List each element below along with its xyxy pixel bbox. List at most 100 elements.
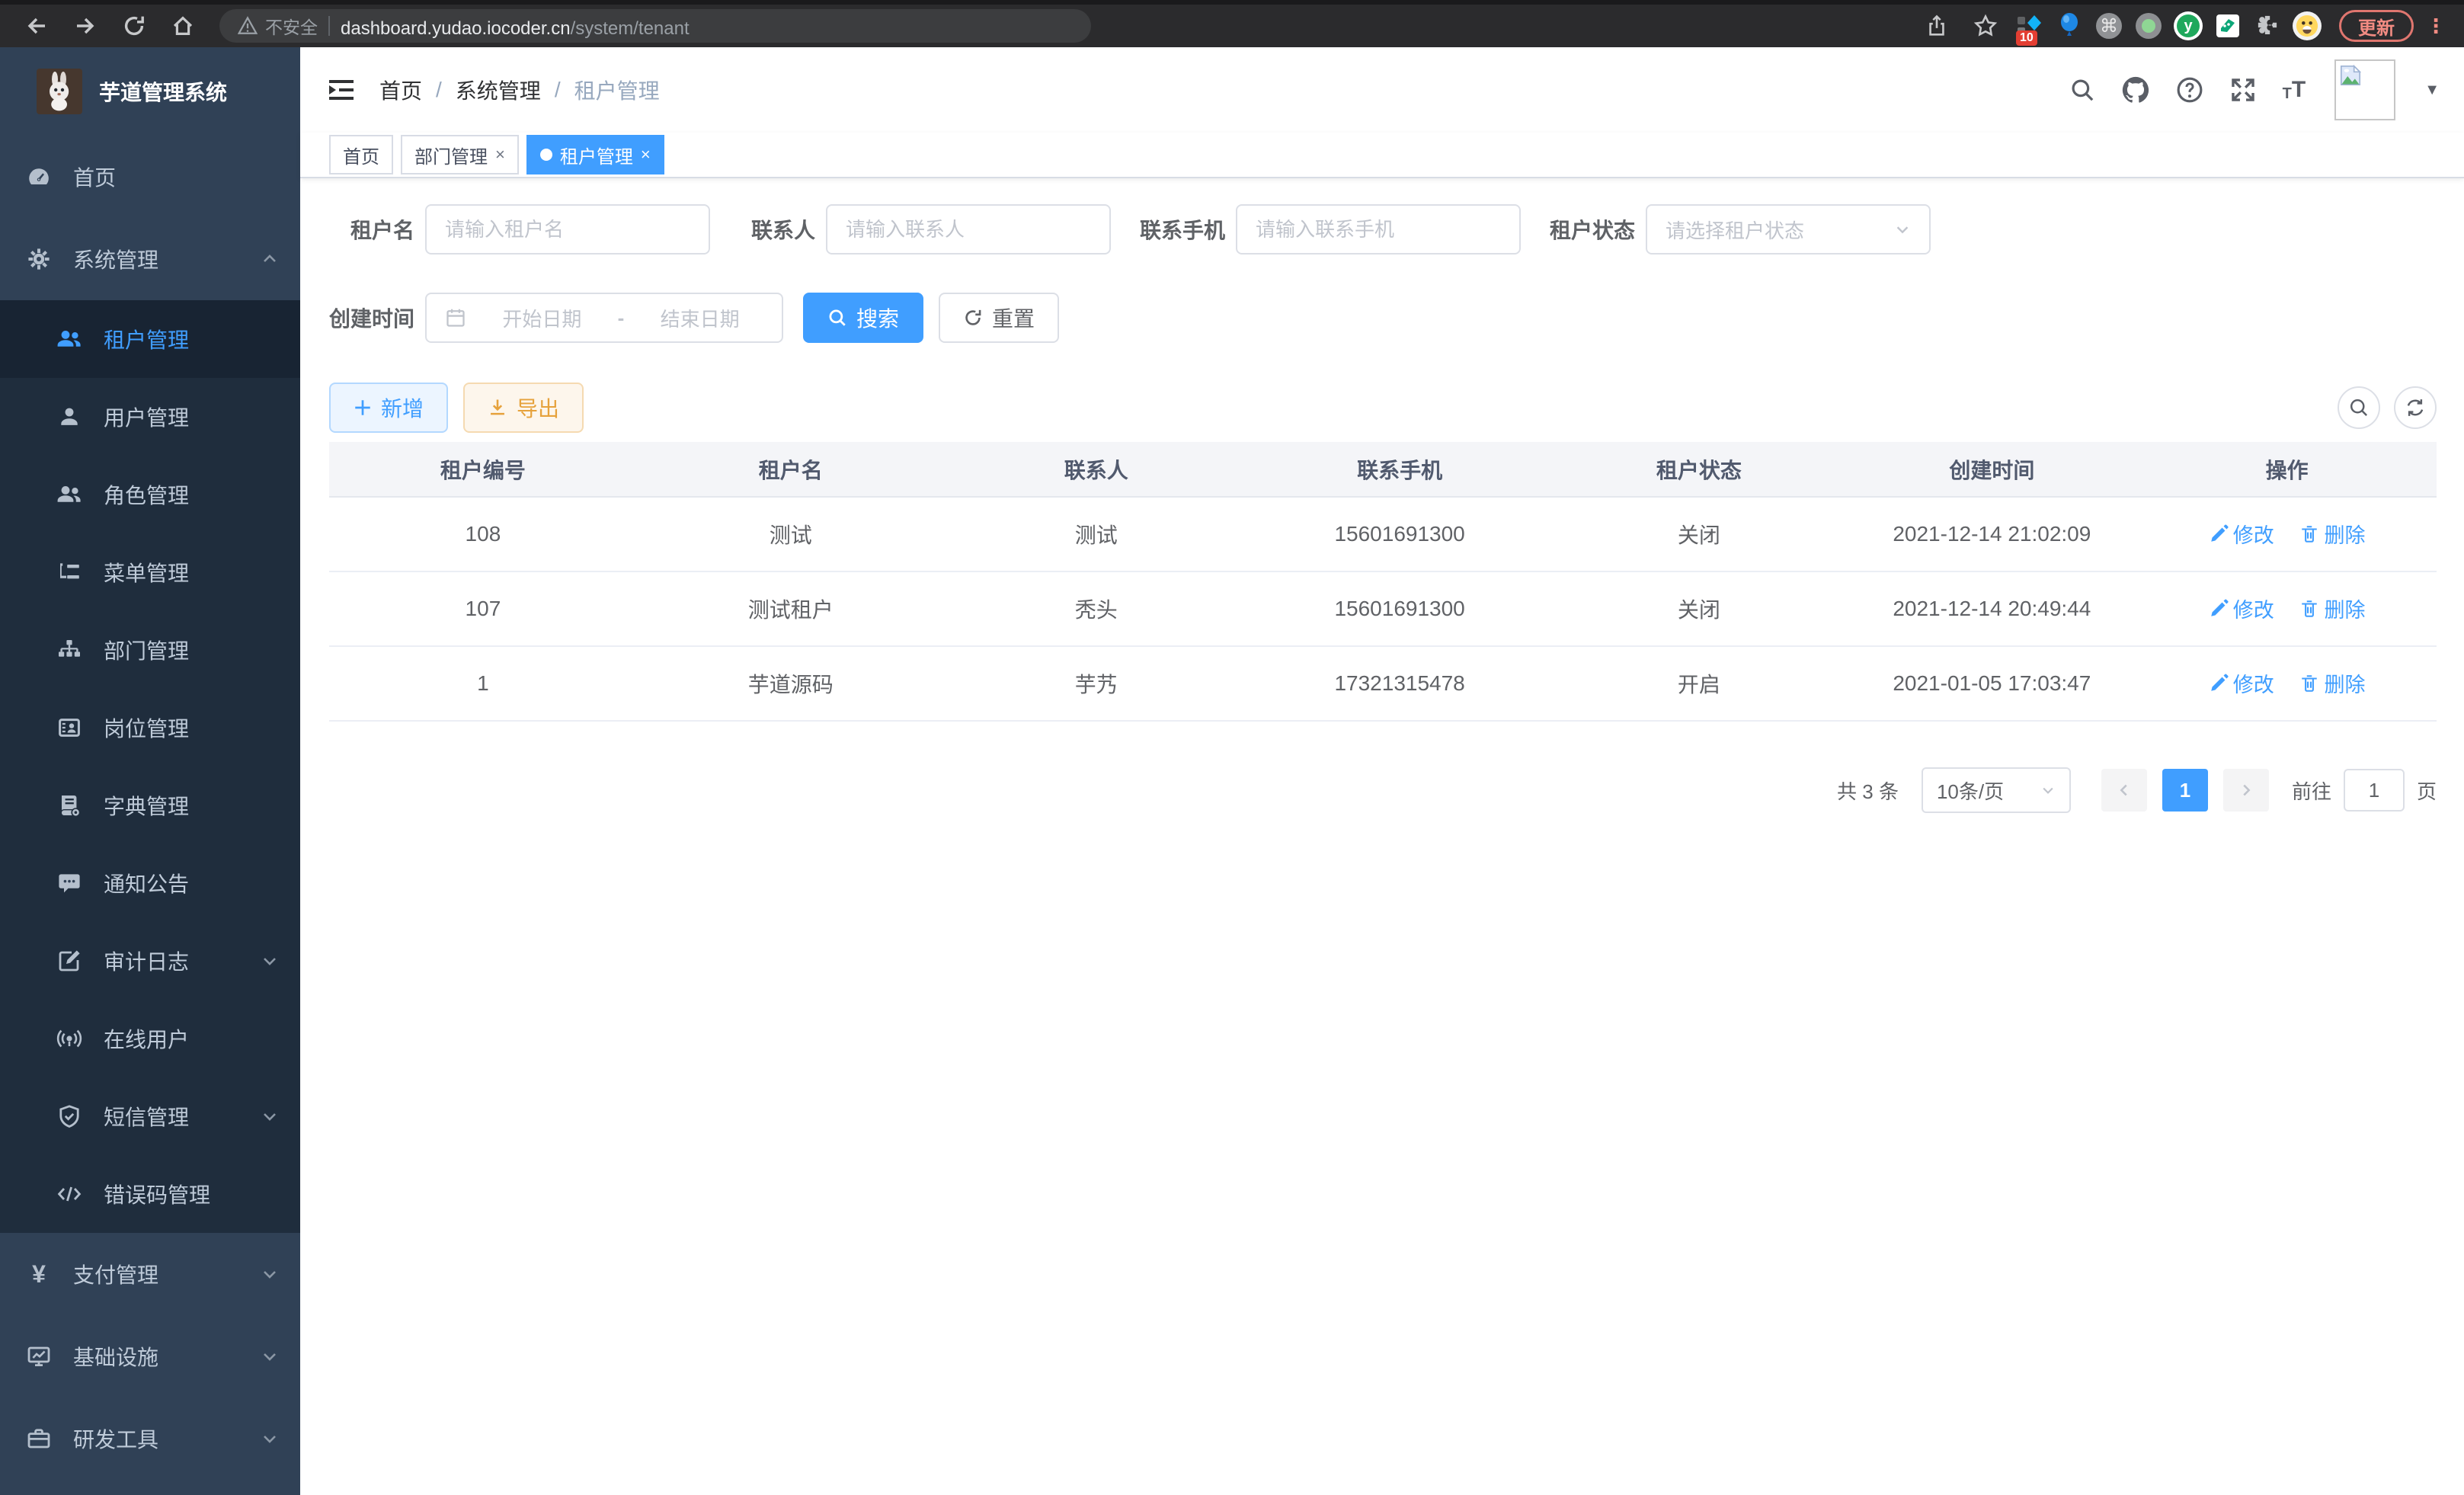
reset-button[interactable]: 重置 <box>939 293 1059 343</box>
app-logo-row[interactable]: 芋道管理系统 <box>0 47 300 136</box>
contact-input[interactable] <box>846 218 1091 242</box>
tags-view-bar: 首页 部门管理 × 租户管理 × <box>300 133 2464 178</box>
sidebar-item-role[interactable]: 角色管理 <box>0 456 300 533</box>
search-icon[interactable] <box>2069 77 2095 103</box>
gear-icon <box>26 247 52 271</box>
extension-chat-icon[interactable] <box>2211 9 2245 43</box>
sidebar-item-home[interactable]: 首页 <box>0 136 300 218</box>
sidebar-item-online-users[interactable]: 在线用户 <box>0 1000 300 1077</box>
extension-balloon-icon[interactable] <box>2053 9 2086 43</box>
sidebar-item-dept[interactable]: 部门管理 <box>0 611 300 689</box>
cell-mobile: 17321315478 <box>1248 646 1551 721</box>
page-suffix-label: 页 <box>2417 776 2437 805</box>
tab-close-icon[interactable]: × <box>495 145 505 165</box>
github-icon[interactable] <box>2121 75 2150 104</box>
cell-contact: 秃头 <box>945 571 1248 646</box>
sidebar-item-tenant[interactable]: 租户管理 <box>0 300 300 378</box>
delete-link[interactable]: 删除 <box>2299 594 2365 623</box>
sidebar-item-infrastructure[interactable]: 基础设施 <box>0 1315 300 1397</box>
cell-contact: 测试 <box>945 497 1248 571</box>
sidebar-item-user[interactable]: 用户管理 <box>0 378 300 456</box>
dev-tools-icon <box>26 1426 52 1451</box>
tab-dept[interactable]: 部门管理 × <box>401 135 519 174</box>
prev-page-button[interactable] <box>2101 769 2147 812</box>
page-number-current[interactable]: 1 <box>2162 769 2208 812</box>
search-button[interactable]: 搜索 <box>803 293 923 343</box>
bookmark-star-icon[interactable] <box>1964 8 2007 44</box>
sidebar-item-label: 角色管理 <box>104 479 189 510</box>
home-icon[interactable] <box>162 8 204 44</box>
extension-blue-diamond-icon[interactable]: 10 <box>2013 9 2046 43</box>
sidebar-item-payment[interactable]: ¥ 支付管理 <box>0 1233 300 1315</box>
kebab-menu-icon[interactable]: ⋮ <box>2426 14 2446 38</box>
tab-close-icon[interactable]: × <box>641 145 651 165</box>
page-size-select[interactable]: 10条/页 <box>1922 767 2071 813</box>
goto-label: 前往 <box>2292 776 2331 805</box>
tab-label: 首页 <box>343 142 379 168</box>
app-logo-rabbit <box>37 69 82 114</box>
address-bar[interactable]: 不安全 dashboard.yudao.iocoder.cn/system/te… <box>219 9 1091 43</box>
sidebar-item-dev-tools[interactable]: 研发工具 <box>0 1397 300 1480</box>
mobile-input-wrap <box>1236 204 1521 255</box>
extensions-puzzle-icon[interactable] <box>2251 9 2284 43</box>
online-users-icon <box>56 1026 82 1051</box>
show-search-toggle-button[interactable] <box>2338 386 2380 429</box>
sidebar-item-notice[interactable]: 通知公告 <box>0 844 300 922</box>
tab-home[interactable]: 首页 <box>329 135 393 174</box>
forward-icon[interactable] <box>64 8 107 44</box>
font-size-icon[interactable]: TT <box>2283 78 2306 101</box>
breadcrumb-system[interactable]: 系统管理 <box>456 75 541 105</box>
sidebar-item-menu[interactable]: 菜单管理 <box>0 533 300 611</box>
help-icon[interactable] <box>2176 76 2203 104</box>
mobile-input[interactable] <box>1256 218 1501 242</box>
security-status[interactable]: 不安全 <box>238 13 318 39</box>
url-divider <box>328 16 330 36</box>
profile-emoji-icon[interactable] <box>2290 9 2324 43</box>
sidebar-item-label: 首页 <box>73 162 116 192</box>
breadcrumb: 首页 / 系统管理 / 租户管理 <box>379 75 660 105</box>
cell-status: 开启 <box>1551 646 1846 721</box>
tenant-name-input[interactable] <box>445 218 690 242</box>
chrome-update-button[interactable]: 更新 <box>2339 10 2414 42</box>
extension-y-icon[interactable]: y <box>2171 9 2205 43</box>
sidebar-item-dict[interactable]: 字典管理 <box>0 767 300 844</box>
tab-tenant[interactable]: 租户管理 × <box>526 135 664 174</box>
extension-command-icon[interactable]: ⌘ <box>2092 9 2126 43</box>
sidebar-item-system[interactable]: 系统管理 <box>0 218 300 300</box>
sidebar-item-sms[interactable]: 短信管理 <box>0 1077 300 1155</box>
chevron-down-icon <box>261 1429 279 1448</box>
sidebar-item-label: 系统管理 <box>73 244 158 274</box>
breadcrumb-home[interactable]: 首页 <box>379 75 422 105</box>
edit-link[interactable]: 修改 <box>2209 594 2274 623</box>
download-icon <box>488 398 507 418</box>
caret-down-icon[interactable]: ▼ <box>2424 82 2440 99</box>
next-page-button[interactable] <box>2223 769 2269 812</box>
sidebar-item-error-code[interactable]: 错误码管理 <box>0 1155 300 1233</box>
sidebar-item-audit-log[interactable]: 审计日志 <box>0 922 300 1000</box>
sidebar-collapse-icon[interactable] <box>328 78 355 102</box>
infrastructure-icon <box>26 1344 52 1369</box>
delete-link[interactable]: 删除 <box>2299 519 2365 549</box>
start-date-placeholder: 开始日期 <box>478 304 606 332</box>
avatar[interactable] <box>2334 59 2395 120</box>
delete-link[interactable]: 删除 <box>2299 668 2365 698</box>
edit-link[interactable]: 修改 <box>2209 519 2274 549</box>
sidebar-item-label: 研发工具 <box>73 1423 158 1454</box>
add-button[interactable]: 新增 <box>329 383 448 433</box>
edit-link[interactable]: 修改 <box>2209 668 2274 698</box>
end-date-placeholder: 结束日期 <box>636 304 763 332</box>
extension-recorder-icon[interactable] <box>2132 9 2165 43</box>
create-time-range-picker[interactable]: 开始日期 - 结束日期 <box>425 293 783 343</box>
fullscreen-icon[interactable] <box>2229 76 2257 104</box>
col-contact: 联系人 <box>945 442 1248 497</box>
back-icon[interactable] <box>15 8 58 44</box>
goto-page-input[interactable] <box>2344 769 2405 812</box>
reload-icon[interactable] <box>113 8 155 44</box>
status-select[interactable]: 请选择租户状态 <box>1646 204 1931 255</box>
export-button[interactable]: 导出 <box>463 383 584 433</box>
col-created: 创建时间 <box>1846 442 2137 497</box>
sidebar-item-post[interactable]: 岗位管理 <box>0 689 300 767</box>
status-select-placeholder: 请选择租户状态 <box>1666 216 1804 244</box>
share-icon[interactable] <box>1915 8 1958 44</box>
refresh-table-button[interactable] <box>2394 386 2437 429</box>
